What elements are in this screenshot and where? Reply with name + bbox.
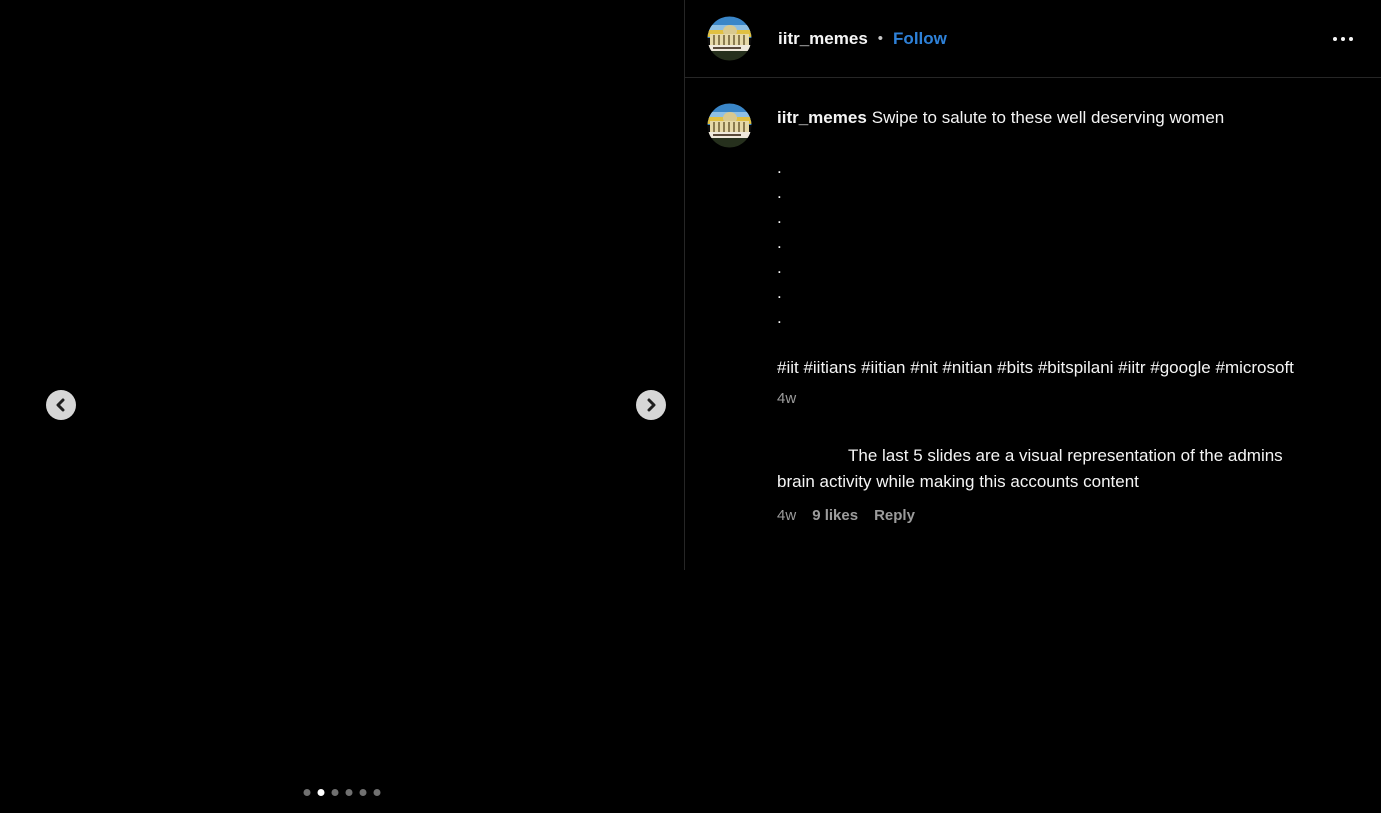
caption-body: Swipe to salute to these well deserving … [872,108,1224,127]
comment-meta: 4w 9 likes Reply [777,507,1354,524]
previous-slide-button[interactable] [46,390,76,420]
caption-dot-lines: ....... [777,155,1354,330]
follow-button[interactable]: Follow [893,29,947,49]
caption: iitr_memes Swipe to salute to these well … [777,105,1354,524]
carousel-dot[interactable] [304,789,311,796]
carousel-dot[interactable] [346,789,353,796]
caption-timestamp: 4w [777,389,1354,408]
comments-section: iitr_memes Swipe to salute to these well … [685,78,1381,524]
post-media [0,0,684,813]
more-options-icon[interactable] [1333,33,1353,45]
chevron-left-icon [54,398,68,412]
carousel-dot[interactable] [360,789,367,796]
username-link[interactable]: iitr_memes [778,29,868,49]
caption-dot-line: . [777,205,1354,230]
carousel-dots [304,789,381,796]
next-slide-button[interactable] [636,390,666,420]
comment-likes[interactable]: 9 likes [812,507,858,524]
caption-dot-line: . [777,155,1354,180]
avatar[interactable] [707,103,752,148]
caption-dot-line: . [777,305,1354,330]
post-details-panel: iitr_memes • Follow [684,0,1381,570]
caption-dot-line: . [777,180,1354,205]
caption-dot-line: . [777,255,1354,280]
carousel-dot[interactable] [318,789,325,796]
iitr-memes-profile-photo-icon [707,16,752,61]
post-image [0,0,684,813]
caption-hashtags[interactable]: #iit #iitians #iitian #nit #nitian #bits… [777,355,1354,380]
carousel-dot[interactable] [332,789,339,796]
carousel-dot[interactable] [374,789,381,796]
caption-username-link[interactable]: iitr_memes [777,108,867,127]
comment-text: The last 5 slides are a visual represent… [777,443,1297,495]
caption-text: iitr_memes Swipe to salute to these well … [777,105,1354,130]
chevron-right-icon [644,398,658,412]
separator-dot: • [878,30,883,47]
caption-dot-line: . [777,230,1354,255]
comment-reply-button[interactable]: Reply [874,507,915,524]
iitr-memes-profile-photo-icon [707,103,752,148]
instagram-post-view: iitr_memes • Follow [0,0,1381,813]
post-header: iitr_memes • Follow [685,0,1381,78]
caption-dot-line: . [777,280,1354,305]
comment-timestamp: 4w [777,507,796,524]
avatar[interactable] [707,16,752,61]
